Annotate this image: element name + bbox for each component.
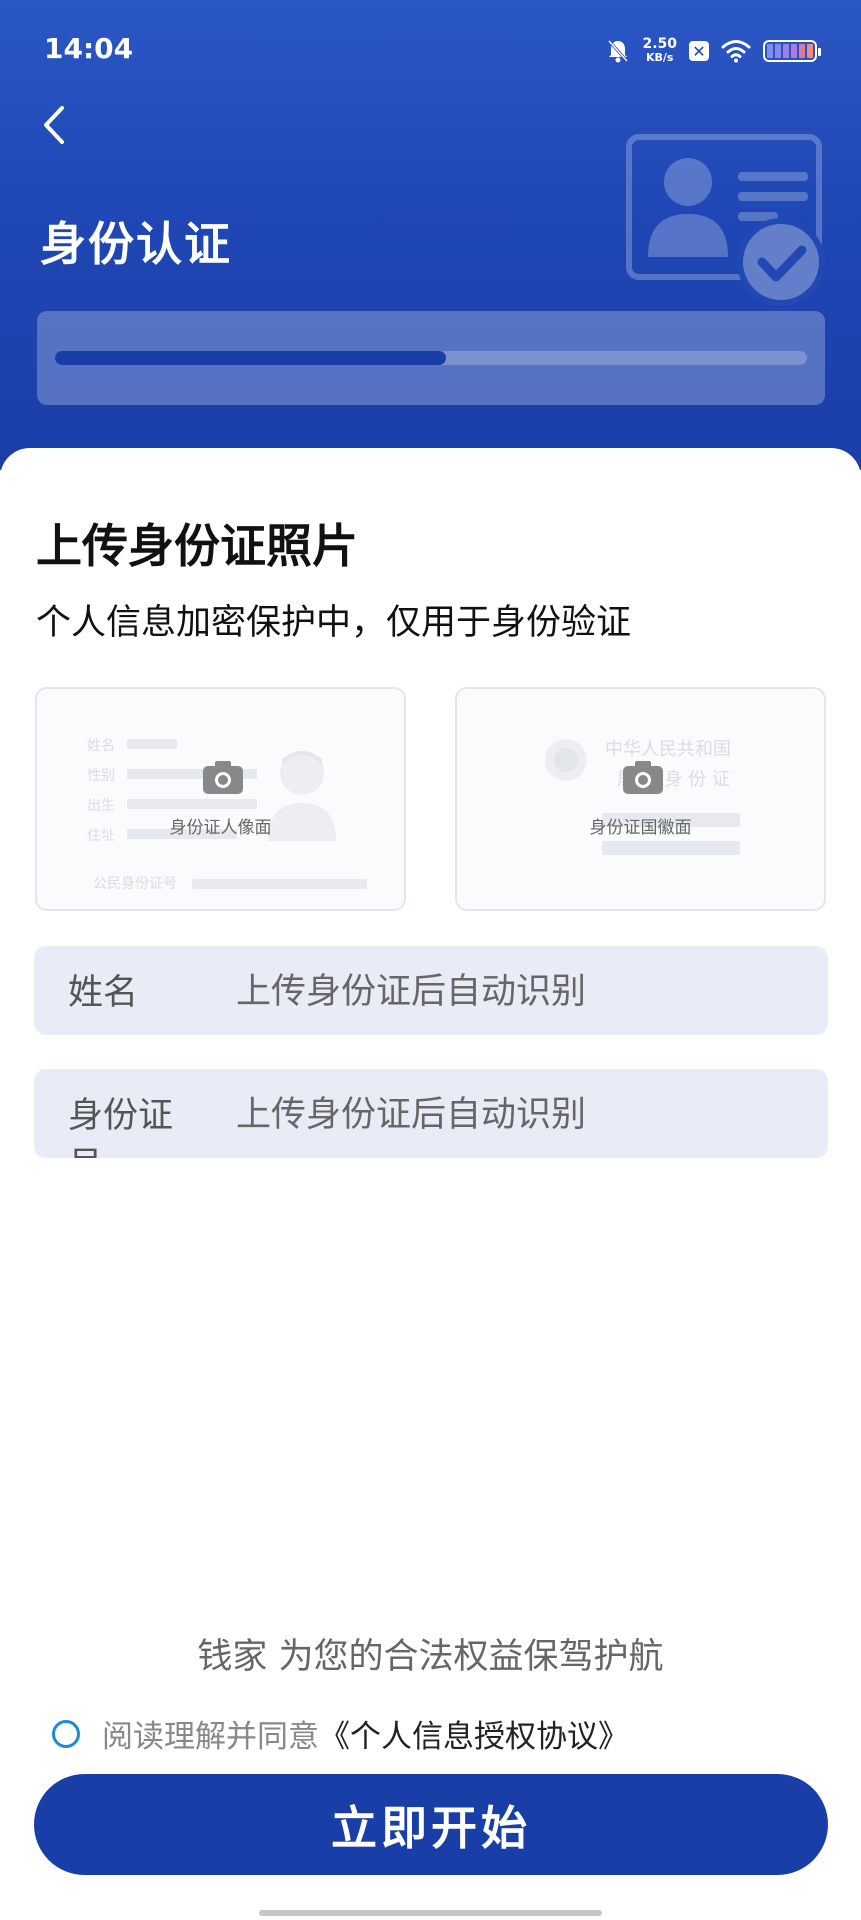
x-app-icon: ✕ bbox=[689, 41, 709, 61]
agree-text: 阅读理解并同意 bbox=[102, 1719, 319, 1755]
net-speed-value: 2.50 bbox=[642, 36, 677, 52]
id-card-verified-icon bbox=[626, 134, 825, 306]
id-front-upload[interactable]: 姓名 性别 出生 住址 公民身份证号 身份证人像面 bbox=[35, 687, 406, 911]
id-number-label: 身份证号 bbox=[68, 1096, 174, 1158]
mute-bell-icon bbox=[608, 39, 629, 63]
progress-fill bbox=[55, 351, 447, 365]
id-number-input[interactable] bbox=[236, 1095, 796, 1135]
faint-label: 姓名 bbox=[87, 738, 115, 754]
status-bar: 14:04 2.50 KB/s ✕ bbox=[0, 0, 861, 100]
wifi-icon bbox=[721, 40, 751, 63]
camera-icon bbox=[623, 761, 663, 794]
content-sheet bbox=[0, 448, 861, 1920]
chevron-left-icon[interactable] bbox=[36, 100, 76, 150]
faint-label: 出生 bbox=[87, 798, 115, 814]
emblem-placeholder-icon bbox=[545, 739, 587, 781]
id-number-field[interactable]: 身份证号 bbox=[34, 1069, 828, 1158]
id-back-upload[interactable]: 中华人民共和国 居 民 身 份 证 身份证国徽面 bbox=[455, 687, 826, 911]
agree-radio[interactable] bbox=[52, 1719, 80, 1748]
page-title: 身份认证 bbox=[40, 217, 232, 271]
net-speed: 2.50 KB/s bbox=[642, 37, 677, 65]
agreement-link[interactable]: 《个人信息授权协议》 bbox=[319, 1711, 629, 1756]
header: 14:04 2.50 KB/s ✕ 身份认证 bbox=[0, 0, 861, 470]
name-label: 姓名 bbox=[68, 973, 139, 1013]
name-input[interactable] bbox=[236, 972, 796, 1012]
name-field[interactable]: 姓名 bbox=[34, 946, 828, 1035]
start-button[interactable]: 立即开始 bbox=[34, 1774, 828, 1875]
faint-label: 性别 bbox=[87, 768, 115, 784]
battery-icon bbox=[763, 40, 821, 62]
status-icons: 2.50 KB/s ✕ bbox=[606, 34, 821, 68]
upload-title: 上传身份证照片 bbox=[36, 519, 358, 573]
progress-track bbox=[55, 351, 807, 365]
slogan: 钱家 为您的合法权益保驾护航 bbox=[197, 1637, 664, 1677]
net-speed-unit: KB/s bbox=[645, 51, 674, 64]
agreement-row: 阅读理解并同意 《个人信息授权协议》 bbox=[52, 1711, 629, 1756]
camera-icon bbox=[203, 761, 243, 794]
faint-label: 公民身份证号 bbox=[93, 876, 177, 892]
id-back-label: 身份证国徽面 bbox=[589, 818, 692, 838]
faint-country: 中华人民共和国 bbox=[605, 739, 731, 760]
status-time: 14:04 bbox=[44, 32, 134, 65]
home-indicator[interactable] bbox=[259, 1910, 602, 1916]
id-front-label: 身份证人像面 bbox=[169, 818, 272, 838]
upload-subtitle: 个人信息加密保护中，仅用于身份验证 bbox=[36, 603, 632, 643]
progress-card bbox=[37, 311, 825, 405]
